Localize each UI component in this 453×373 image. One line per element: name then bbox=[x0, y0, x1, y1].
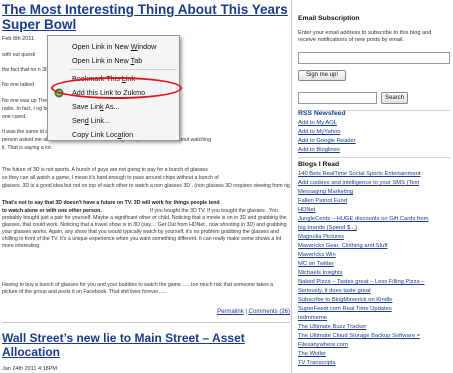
column-divider bbox=[291, 0, 292, 373]
blog-link[interactable]: big brands (Spend $...) bbox=[298, 225, 450, 231]
post-title-link-2[interactable]: Wall Street’s new lie to Main Street – A… bbox=[2, 331, 292, 359]
blog-link[interactable]: Magnolia Pictures bbox=[298, 234, 450, 240]
post-date: Feb 8th 2011 bbox=[2, 36, 35, 42]
blog-link[interactable]: Mavericks Win bbox=[298, 252, 450, 258]
sidebar: Email Subscription Enter your email addr… bbox=[298, 0, 450, 373]
footer-separator: | bbox=[245, 309, 247, 315]
menu-separator bbox=[70, 69, 177, 70]
blog-link[interactable]: JungleCents – HUGE discounts on Gift Car… bbox=[298, 216, 450, 222]
post-divider bbox=[2, 322, 290, 323]
blog-link[interactable]: The Widler bbox=[298, 351, 450, 357]
rss-link-aol[interactable]: Add to My AOL bbox=[298, 120, 450, 126]
red-highlight-ellipse bbox=[51, 77, 182, 99]
sidebar-divider bbox=[298, 157, 450, 158]
post-text-line: so they can all watch a game, I mean it'… bbox=[2, 175, 219, 181]
blog-link[interactable]: Seriously, it does taste great bbox=[298, 288, 450, 294]
blog-link[interactable]: Mavericks Gear, Clothing and Stuff bbox=[298, 243, 450, 249]
blog-link[interactable]: tedmmeme bbox=[298, 315, 450, 321]
permalink-link[interactable]: Permalink bbox=[217, 309, 244, 315]
blog-link[interactable]: TV Transcripts bbox=[298, 360, 450, 366]
menu-item-save-link-as[interactable]: Save Link As... bbox=[48, 100, 179, 113]
post-footer: Permalink | Comments (26) bbox=[2, 309, 290, 315]
subscription-description: Enter your email address to subscribe to… bbox=[298, 30, 432, 43]
menu-item-send-link[interactable]: Send Link... bbox=[48, 114, 179, 127]
blog-content: The Most Interesting Thing About This Ye… bbox=[2, 0, 292, 373]
blog-link[interactable]: Subscribe to BlogMaverick on Kindle bbox=[298, 297, 450, 303]
blogs-heading: Blogs I Read bbox=[298, 161, 340, 168]
blog-link[interactable]: Naked Pizza – Tastes great – Less Fillin… bbox=[298, 279, 450, 285]
blog-link[interactable]: The Ultimate Buzz Tracker bbox=[298, 324, 450, 330]
post-text-line: glasses. 3D is a good idea but not on to… bbox=[2, 183, 290, 189]
subscription-heading: Email Subscription bbox=[298, 15, 360, 22]
post-paragraph: If you bought the 3D TV. If you bought t… bbox=[2, 208, 287, 249]
blog-link[interactable]: Filesanywhere.com bbox=[298, 342, 450, 348]
blog-link[interactable]: 140 Bets RealTime Social Sports Entertai… bbox=[298, 171, 450, 177]
blog-link[interactable]: Michaels Insights bbox=[298, 270, 450, 276]
rss-link-bloglines[interactable]: Add to Bloglines bbox=[298, 147, 450, 153]
menu-item-copy-link-location[interactable]: Copy Link Location bbox=[48, 128, 179, 141]
post-title-link[interactable]: The Most Interesting Thing About This Ye… bbox=[2, 2, 292, 32]
blog-link[interactable]: SuperFeedr.com Real Time Updates bbox=[298, 306, 450, 312]
blog-link[interactable]: The Ultimate Cloud Storage Backup Softwa… bbox=[298, 333, 450, 339]
blog-link[interactable]: Add cookies and intelligence to your SMS… bbox=[298, 180, 450, 186]
search-button[interactable]: Search bbox=[381, 92, 408, 104]
post-date-2: Jan 24th 2011 4:18PM bbox=[2, 366, 57, 372]
menu-item-open-new-window[interactable]: Open Link in New Window bbox=[48, 40, 179, 53]
post-text-line: The future of 3D is not sports. A bunch … bbox=[2, 167, 208, 173]
blog-link[interactable]: Fallen Patriot Fund bbox=[298, 198, 450, 204]
menu-item-open-new-tab[interactable]: Open Link in New Tab bbox=[48, 54, 179, 67]
signup-button[interactable]: Sign me up! bbox=[298, 70, 346, 81]
rss-link-myyahoo[interactable]: Add to MyYahoo bbox=[298, 129, 450, 135]
rss-heading: RSS Newsfeed bbox=[298, 110, 346, 117]
blog-link[interactable]: MC on Twitter bbox=[298, 261, 450, 267]
blog-link[interactable]: HDNet bbox=[298, 207, 450, 213]
post-paragraph: Having to buy a bunch of glasses for you… bbox=[2, 282, 274, 295]
comments-link[interactable]: Comments (26) bbox=[249, 309, 290, 315]
post-text-line-bold: That's not to say that 3D doesn't have a… bbox=[2, 200, 220, 206]
email-input[interactable] bbox=[298, 52, 450, 64]
post-text-line: it. That is saying a lot. bbox=[2, 145, 53, 151]
search-input[interactable] bbox=[298, 92, 377, 104]
rss-link-google-reader[interactable]: Add to Google Reader bbox=[298, 138, 450, 144]
blog-link[interactable]: Messaging Marketing bbox=[298, 189, 450, 195]
